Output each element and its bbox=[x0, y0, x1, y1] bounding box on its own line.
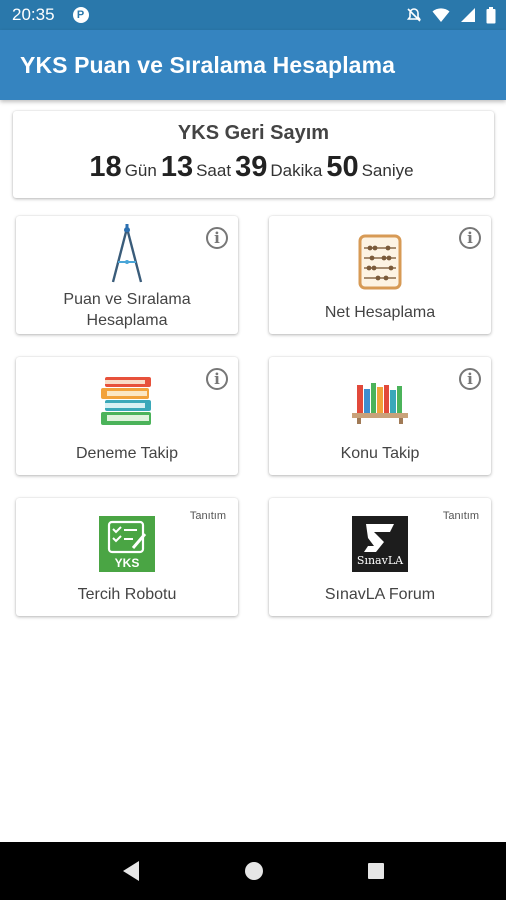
countdown-hours-unit: Saat bbox=[196, 161, 232, 180]
tile-label-line1: Puan ve Sıralama bbox=[63, 291, 191, 308]
countdown-hours: 13 bbox=[160, 151, 194, 183]
tile-label-line2: Hesaplama bbox=[86, 312, 168, 329]
tile-puan-siralama-hesaplama[interactable]: i Puan ve Sıralama Hesaplama bbox=[16, 216, 238, 334]
info-icon[interactable]: i bbox=[459, 368, 481, 390]
mute-icon bbox=[406, 8, 422, 22]
countdown-card: YKS Geri Sayım 18 Gün 13 Saat 39 Dakika … bbox=[13, 111, 494, 198]
promo-tag: Tanıtım bbox=[442, 510, 479, 522]
app-bar: YKS Puan ve Sıralama Hesaplama bbox=[0, 30, 506, 100]
page-title: YKS Puan ve Sıralama Hesaplama bbox=[20, 51, 396, 78]
sinavla-icon-text: SınavLA bbox=[356, 554, 404, 567]
battery-icon bbox=[486, 6, 496, 23]
info-icon[interactable]: i bbox=[206, 368, 228, 390]
status-time: 20:35 bbox=[12, 5, 55, 24]
tile-tercih-robotu[interactable]: Tanıtım YKS Tercih Robotu bbox=[16, 498, 238, 616]
tile-sinavla-forum[interactable]: Tanıtım SınavLA SınavLA Forum bbox=[269, 498, 491, 616]
countdown-days: 18 bbox=[89, 151, 122, 183]
tile-deneme-takip[interactable]: i Deneme Takip bbox=[16, 357, 238, 475]
tile-label: Konu Takip bbox=[340, 445, 420, 462]
yks-icon-text: YKS bbox=[114, 556, 140, 570]
home-icon[interactable] bbox=[244, 861, 264, 881]
compass-icon bbox=[111, 224, 143, 283]
wifi-icon bbox=[432, 8, 450, 22]
status-bar: 20:35 P bbox=[0, 0, 506, 30]
countdown-days-unit: Gün bbox=[124, 161, 157, 180]
abacus-icon bbox=[358, 234, 402, 290]
countdown-minutes: 39 bbox=[235, 151, 268, 183]
navigation-bar bbox=[0, 842, 506, 900]
app-notification-icon: P bbox=[72, 7, 89, 23]
tile-net-hesaplama[interactable]: i Net Hesaplama bbox=[269, 216, 491, 334]
recents-icon[interactable] bbox=[367, 862, 385, 880]
tile-label: SınavLA Forum bbox=[324, 586, 436, 603]
info-icon[interactable]: i bbox=[459, 227, 481, 249]
tile-label: Deneme Takip bbox=[76, 445, 178, 462]
tile-konu-takip[interactable]: i Konu Takip bbox=[269, 357, 491, 475]
cellular-icon bbox=[461, 8, 475, 22]
books-stack-icon bbox=[101, 377, 151, 425]
tile-label: Puan ve Sıralama Hesaplama bbox=[16, 289, 238, 331]
countdown-title: YKS Geri Sayım bbox=[177, 122, 330, 144]
bookshelf-icon bbox=[352, 383, 408, 424]
countdown-values: 18 Gün 13 Saat 39 Dakika 50 Saniye bbox=[13, 151, 494, 184]
info-icon[interactable]: i bbox=[206, 227, 228, 249]
back-icon[interactable] bbox=[121, 860, 141, 882]
tile-label: Tercih Robotu bbox=[77, 586, 177, 603]
countdown-seconds: 50 bbox=[326, 151, 359, 183]
promo-tag: Tanıtım bbox=[189, 510, 226, 522]
tile-label: Net Hesaplama bbox=[324, 304, 436, 321]
countdown-seconds-unit: Saniye bbox=[361, 161, 414, 180]
countdown-minutes-unit: Dakika bbox=[270, 161, 323, 180]
